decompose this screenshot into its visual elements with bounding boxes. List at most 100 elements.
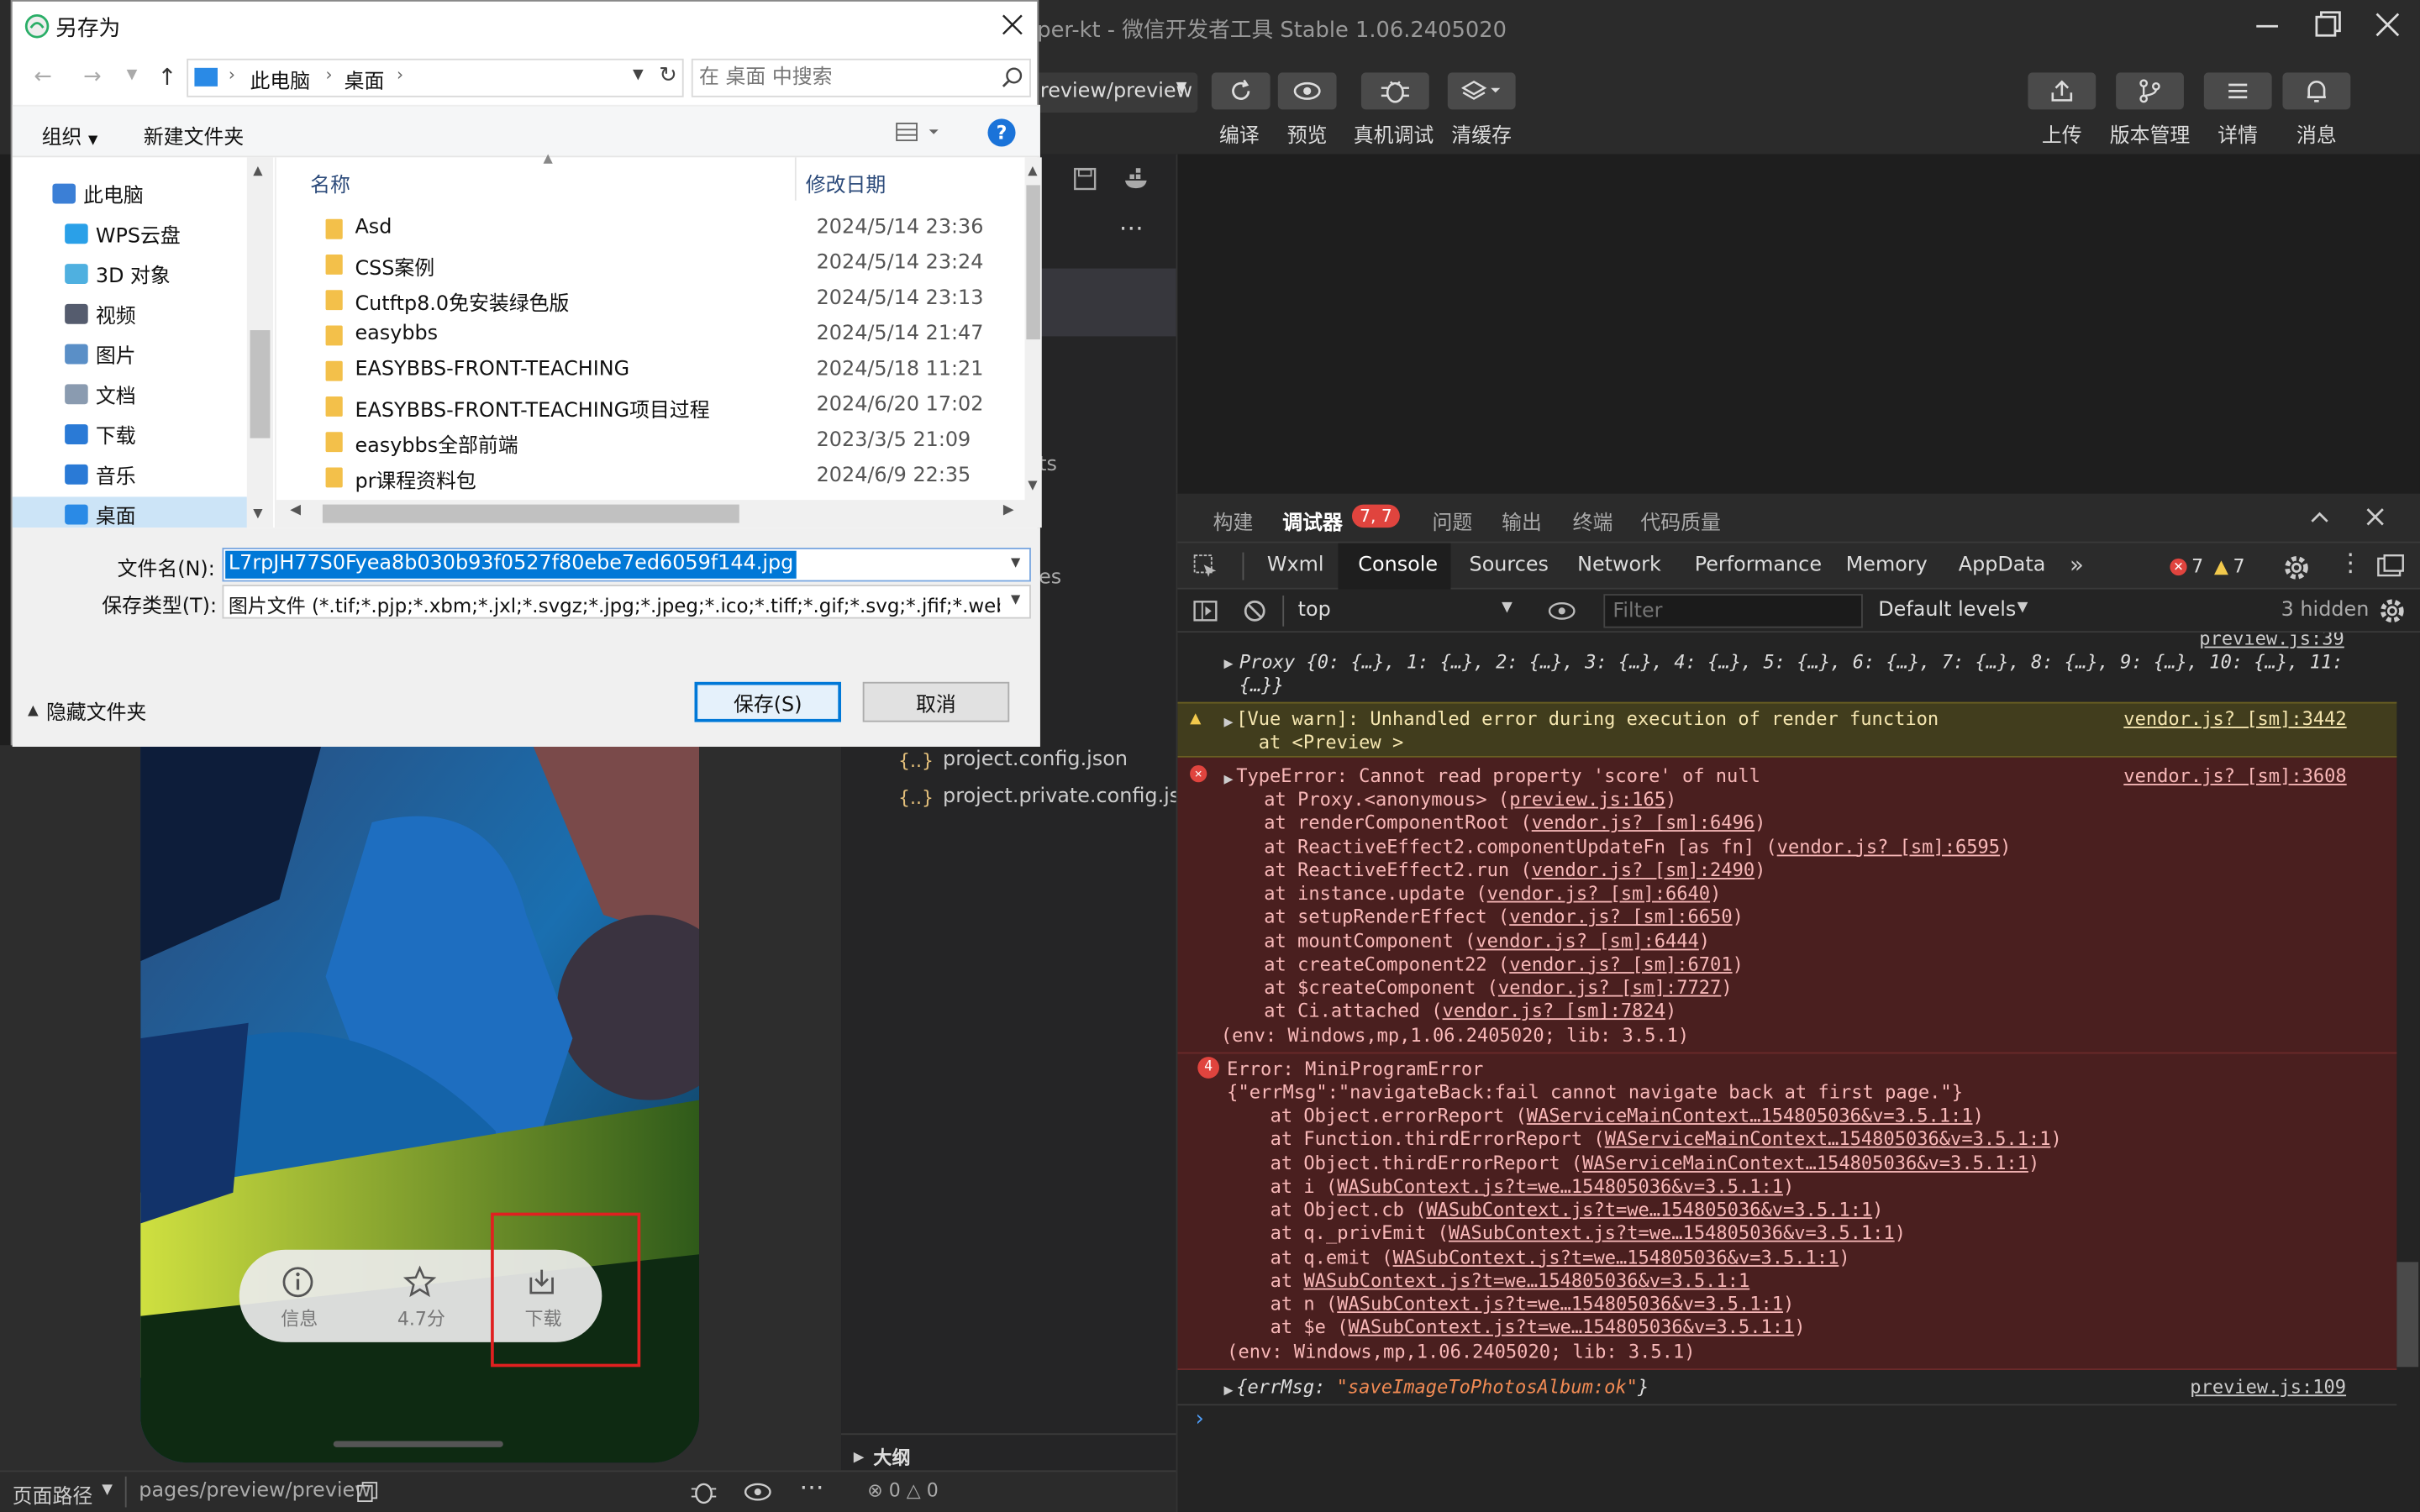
chevron-down-icon[interactable]: ▼ [633,68,644,83]
minimize-icon[interactable] [2254,13,2281,40]
tree-item[interactable]: 3D 对象 [65,256,171,290]
column-header-name[interactable]: 名称 [310,168,350,198]
stack-location-link[interactable]: WAServiceMainContext…154805036&v=3.5.1:1 [1527,1105,1973,1126]
file-list-scrollbar[interactable]: ▲ ▼ [1024,157,1042,528]
stack-location-link[interactable]: WASubContext.js?t=we…154805036&v=3.5.1:1 [1337,1175,1783,1197]
file-row[interactable]: Cutftp8.0免安装绿色版 2024/5/14 23:13 [310,282,1013,318]
expand-arrow-icon[interactable]: ▶ [1224,1379,1234,1403]
stack-location-link[interactable]: vendor.js? [sm]:6595 [1777,836,2000,858]
source-link[interactable]: vendor.js? [sm]:3442 [2123,708,2346,732]
settings-icon[interactable] [2282,554,2310,581]
console-scrollbar[interactable] [2396,1262,2419,1368]
devtools-tab[interactable]: Performance [1695,554,1822,577]
filename-field[interactable]: L7rpJH77S0Fyea8b030b93f0527f80ebe7ed6059… [222,548,1031,582]
toolbar-button-eye[interactable] [1277,72,1337,110]
source-link[interactable]: preview.js:39 [2199,633,2344,652]
clear-console-icon[interactable] [1243,599,1267,623]
scroll-thumb[interactable] [322,504,739,523]
stack-location-link[interactable]: WASubContext.js?t=we…154805036&v=3.5.1:1 [1449,1222,1895,1244]
close-window-icon[interactable] [2372,9,2403,40]
file-row[interactable]: easybbs全部前端 2023/3/5 21:09 [310,424,1013,459]
breadcrumb-item[interactable]: 桌面 [345,65,385,94]
panel-tab[interactable]: 终端 [1573,506,1613,536]
devtools-tab[interactable]: Wxml [1267,554,1324,577]
source-link[interactable]: preview.js:109 [2190,1376,2346,1399]
toolbar-button-bell[interactable] [2282,72,2351,110]
devtools-tab[interactable]: Memory [1846,554,1928,577]
filter-input[interactable] [1603,594,1863,628]
devtools-tab[interactable]: Network [1577,554,1661,577]
devtools-tab[interactable]: AppData [1959,554,2046,577]
stack-location-link[interactable]: vendor.js? [sm]:6650 [1509,906,1732,928]
issue-counts[interactable]: ✕ 7 ▲ 7 [2170,555,2245,577]
more-tabs-icon[interactable]: » [2070,551,2084,579]
live-expression-icon[interactable] [1548,599,1576,623]
hide-folders-toggle[interactable]: ▲ 隐藏文件夹 [28,696,146,726]
stack-location-link[interactable]: vendor.js? [sm]:2490 [1532,859,1754,881]
tree-scrollbar[interactable]: ▲ ▼ [246,157,274,528]
levels-select[interactable]: Default levels ▼ [1876,594,2030,627]
file-item-project-config[interactable]: {..} project.config.json [898,748,1128,772]
scroll-right-icon[interactable]: ▶ [1003,503,1014,518]
panel-tab[interactable]: 调试器 [1282,506,1343,536]
kebab-menu-icon[interactable]: ⋮ [2338,548,2363,577]
stack-location-link[interactable]: WASubContext.js?t=we…154805036&v=3.5.1:1 [1337,1293,1783,1315]
panel-tab[interactable]: 代码质量 [1640,506,1721,536]
scroll-down-icon[interactable]: ▼ [1028,478,1037,492]
stack-location-link[interactable]: vendor.js? [sm]:6444 [1476,930,1698,952]
stack-location-link[interactable]: WAServiceMainContext…154805036&v=3.5.1:1 [1605,1128,2051,1150]
stack-location-link[interactable]: WASubContext.js?t=we…154805036&v=3.5.1:1 [1303,1269,1749,1291]
file-row[interactable]: EASYBBS-FRONT-TEACHING项目过程 2024/6/20 17:0… [310,389,1013,424]
copy-icon[interactable] [356,1481,378,1503]
panel-tab[interactable]: 构建 [1213,506,1254,536]
maximize-icon[interactable] [2312,9,2343,40]
search-box[interactable] [691,58,1031,97]
file-item-project-private-config[interactable]: {..} project.private.config.js... [898,785,1199,809]
toolbar-button-layers[interactable] [1447,72,1516,110]
toolbar-button-menu[interactable] [2203,72,2272,110]
scroll-left-icon[interactable]: ◀ [290,503,301,518]
stack-location-link[interactable]: WASubContext.js?t=we…154805036&v=3.5.1:1 [1349,1316,1795,1338]
tree-item[interactable]: 音乐 [65,457,136,491]
tree-item[interactable]: 此电脑 [52,176,144,209]
page-path-label[interactable]: 页面路径 [13,1479,93,1509]
devtools-tab[interactable]: Sources [1470,554,1549,577]
toolbar-button-refresh[interactable] [1211,72,1270,110]
help-icon[interactable]: ? [987,118,1016,147]
stack-location-link[interactable]: vendor.js? [sm]:6640 [1487,883,1710,905]
scroll-up-icon[interactable]: ▲ [253,164,262,178]
file-row[interactable]: EASYBBS-FRONT-TEACHING 2024/5/18 11:21 [310,354,1013,389]
stack-location-link[interactable]: vendor.js? [sm]:7824 [1443,1000,1665,1022]
expand-arrow-icon[interactable]: ▶ [1224,711,1234,735]
expand-arrow-icon[interactable]: ▶ [1224,769,1234,792]
stack-location-link[interactable]: WASubContext.js?t=we…154805036&v=3.5.1:1 [1393,1246,1839,1268]
tree-item[interactable]: WPS云盘 [65,216,181,249]
stack-location-link[interactable]: vendor.js? [sm]:6496 [1532,812,1754,834]
chevron-down-icon[interactable]: ▼ [1011,592,1021,606]
breadcrumb-item[interactable]: 此电脑 [250,65,311,94]
stack-location-link[interactable]: vendor.js? [sm]:7727 [1498,977,1721,999]
new-folder-button[interactable]: 新建文件夹 [144,120,244,150]
recent-chevron-icon[interactable]: ▼ [127,68,138,83]
file-row[interactable]: pr课程资料包 2024/6/9 22:35 [310,459,1013,495]
search-icon[interactable] [1002,66,1023,88]
chevron-down-icon[interactable]: ▼ [1011,555,1020,570]
panel-tab[interactable]: 问题 [1432,506,1472,536]
prompt-chevron-icon[interactable]: › [1193,1407,1206,1432]
chevron-up-icon[interactable] [2309,506,2331,528]
toolbar-button-branch[interactable] [2116,72,2184,110]
scroll-thumb[interactable] [250,330,271,438]
stack-location-link[interactable]: vendor.js? [sm]:6701 [1509,953,1732,975]
docker-icon[interactable] [1122,166,1153,191]
back-arrow-icon[interactable]: ← [34,65,52,89]
file-row[interactable]: easybbs 2024/5/14 21:47 [310,318,1013,353]
address-bar[interactable]: › 此电脑 › 桌面 › ▼ ↻ [187,58,684,97]
column-divider[interactable] [794,157,797,201]
up-arrow-icon[interactable]: ↑ [157,63,176,91]
source-link[interactable]: vendor.js? [sm]:3608 [2123,765,2346,789]
bug-icon[interactable] [690,1479,718,1504]
tree-item[interactable]: 图片 [65,336,136,370]
organize-menu[interactable]: 组织 ▼ [42,120,98,150]
more-icon[interactable]: ⋯ [1119,213,1144,242]
stack-location-link[interactable]: WASubContext.js?t=we…154805036&v=3.5.1:1 [1426,1199,1872,1221]
